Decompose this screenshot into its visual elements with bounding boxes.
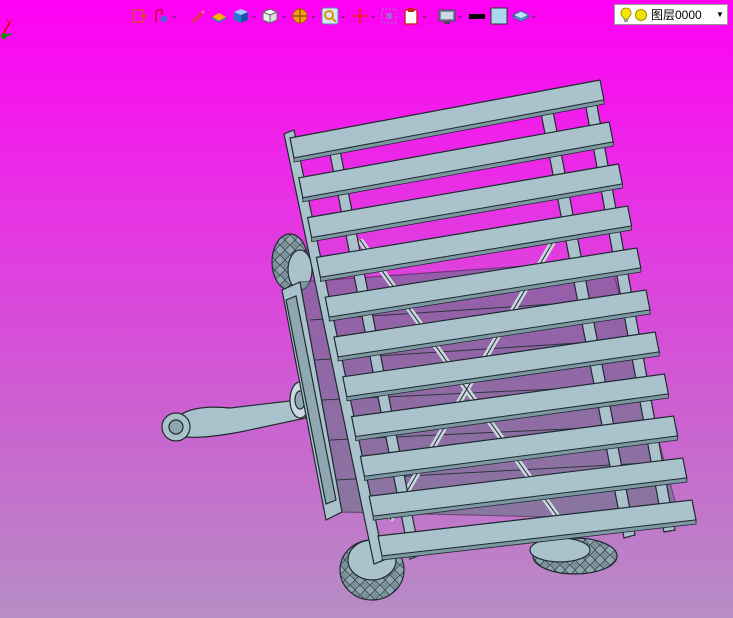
layer-color-dot[interactable]: [635, 8, 647, 21]
chevron-down-icon[interactable]: ▼: [713, 10, 727, 19]
layer-selector[interactable]: 图层0000 ▼: [614, 4, 728, 25]
frame-select-button[interactable]: [380, 5, 398, 27]
chevron-down-icon[interactable]: ⌄: [370, 12, 377, 20]
layer-name: 图层0000: [651, 8, 702, 22]
layer-stack-icon: [511, 10, 530, 22]
axis-triad-icon: Y: [1, 18, 13, 39]
clipboard-button[interactable]: ⌄: [402, 5, 428, 27]
view-orient-button[interactable]: ⌄: [152, 5, 178, 27]
chevron-down-icon[interactable]: ⌄: [531, 12, 538, 20]
clipboard-icon: [404, 8, 418, 25]
pen-icon: [191, 10, 205, 23]
chevron-down-icon[interactable]: ⌄: [280, 12, 287, 20]
render-ball-button[interactable]: ⌄: [291, 5, 317, 27]
chevron-down-icon[interactable]: ⌄: [251, 12, 258, 20]
monitor-button[interactable]: ⌄: [438, 5, 464, 27]
frame-select-icon: [381, 8, 397, 24]
section-icon: [211, 13, 226, 23]
lightbulb-icon[interactable]: [619, 7, 633, 23]
pen-button[interactable]: [188, 5, 206, 27]
chevron-down-icon[interactable]: ⌄: [310, 12, 317, 20]
cube-white-button[interactable]: ⌄: [261, 5, 287, 27]
cube-shaded-button[interactable]: ⌄: [232, 5, 258, 27]
cube-shaded-icon: [233, 9, 248, 23]
view-orient-icon: [155, 9, 167, 22]
zoom-button[interactable]: ⌄: [321, 5, 347, 27]
chevron-down-icon[interactable]: ⌄: [457, 12, 464, 20]
layer-stack-button[interactable]: ⌄: [511, 5, 538, 27]
svg-text:Y: Y: [6, 18, 12, 28]
zoom-icon: [321, 7, 339, 25]
monitor-icon: [438, 9, 456, 24]
pan-cross-button[interactable]: ⌄: [351, 5, 377, 27]
render-ball-icon: [292, 8, 308, 24]
chevron-down-icon[interactable]: ⌄: [421, 12, 428, 20]
chevron-down-icon[interactable]: ⌄: [340, 12, 347, 20]
chevron-down-icon[interactable]: ⌄: [171, 12, 178, 20]
line-color-icon: [468, 14, 485, 19]
line-color-button[interactable]: [468, 5, 486, 27]
3d-viewport[interactable]: Y: [0, 0, 733, 618]
tow-bar: [161, 381, 311, 442]
fill-color-button[interactable]: [490, 5, 508, 27]
exit-sketch-icon: [132, 9, 147, 23]
fill-color-icon: [490, 7, 508, 25]
section-button[interactable]: [210, 5, 228, 27]
exit-sketch-button[interactable]: [130, 5, 148, 27]
pan-cross-icon: [351, 8, 368, 24]
cube-white-icon: [262, 8, 279, 24]
